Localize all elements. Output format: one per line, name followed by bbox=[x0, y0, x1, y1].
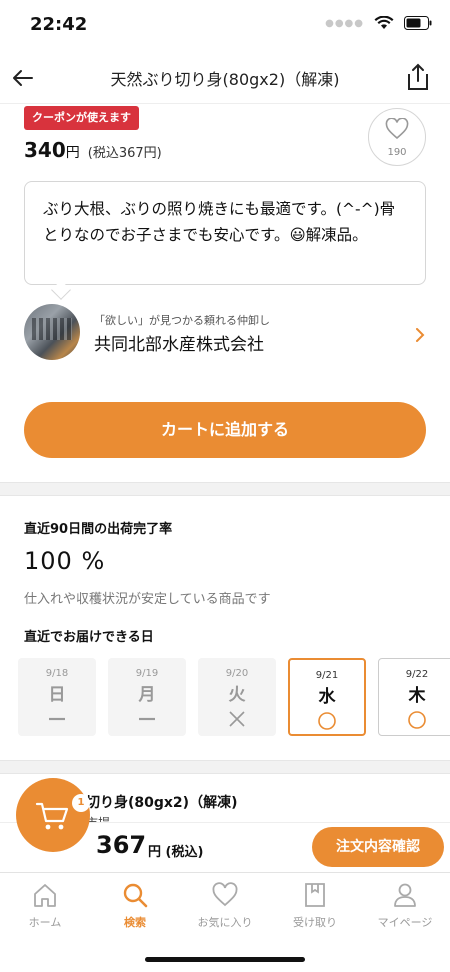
tab-label: ホーム bbox=[28, 916, 62, 929]
tab-receive[interactable]: 受け取り bbox=[270, 881, 360, 930]
circle-available-icon bbox=[408, 711, 426, 729]
delivery-date: 9/21 bbox=[315, 670, 339, 681]
favorite-button[interactable]: 190 bbox=[368, 108, 426, 166]
coupon-badge: クーポンが使えます bbox=[24, 106, 139, 130]
cart-count-badge: 1 bbox=[72, 794, 90, 812]
delivery-weekday: 火 bbox=[228, 685, 246, 705]
delivery-weekday: 水 bbox=[318, 687, 336, 707]
delivery-day-selected[interactable]: 9/21 水 bbox=[288, 658, 366, 736]
price-value: 340 bbox=[24, 138, 66, 162]
delivery-date: 9/20 bbox=[225, 668, 249, 679]
tab-label: 受け取り bbox=[293, 916, 337, 929]
seller-tagline: 「欲しい」が見つかる頼れる仲卸し bbox=[94, 314, 270, 327]
tab-search[interactable]: 検索 bbox=[90, 881, 180, 930]
status-indicators: ●●●● bbox=[325, 16, 432, 30]
cart-total-suffix: 円 (税込) bbox=[148, 845, 204, 860]
heart-icon bbox=[385, 118, 409, 140]
section-divider bbox=[0, 760, 450, 774]
delivery-day-unavailable: 9/19 月 bbox=[108, 658, 186, 736]
tab-label: お気に入り bbox=[197, 916, 253, 929]
tab-mypage[interactable]: マイページ bbox=[360, 881, 450, 930]
delivery-day-available[interactable]: 9/22 木 bbox=[378, 658, 450, 736]
circle-available-icon bbox=[318, 712, 336, 730]
delivery-weekday: 木 bbox=[408, 686, 426, 706]
seller-link[interactable]: 「欲しい」が見つかる頼れる仲卸し 共同北部水産株式会社 bbox=[24, 304, 426, 362]
receive-box-icon bbox=[305, 883, 325, 907]
dash-icon bbox=[49, 717, 65, 721]
cart-total-price: 367 bbox=[96, 831, 147, 859]
add-to-cart-button[interactable]: カートに追加する bbox=[24, 402, 426, 458]
back-arrow-icon[interactable] bbox=[6, 62, 38, 94]
wifi-icon bbox=[374, 16, 394, 29]
section-divider bbox=[0, 482, 450, 496]
cart-floating-button[interactable]: 1 bbox=[16, 778, 90, 852]
status-time: 22:42 bbox=[30, 14, 88, 35]
order-confirm-button[interactable]: 注文内容確認 bbox=[312, 827, 444, 867]
status-bar: 22:42 ●●●● bbox=[0, 0, 450, 50]
delivery-date: 9/22 bbox=[405, 669, 429, 680]
tab-label: マイページ bbox=[377, 916, 433, 929]
product-description: ぶり大根、ぶりの照り焼きにも最適です。(^-^)骨とりなのでお子さまでも安心です… bbox=[24, 181, 426, 285]
delivery-day-unavailable: 9/18 日 bbox=[18, 658, 96, 736]
delivery-dates-label: 直近でお届けできる日 bbox=[24, 630, 154, 645]
favorite-count: 190 bbox=[387, 147, 407, 158]
price-unit: 円 bbox=[65, 145, 80, 161]
delivery-day-unavailable: 9/20 火 bbox=[198, 658, 276, 736]
person-icon bbox=[394, 883, 416, 907]
price-tax-included: (税込367円) bbox=[87, 146, 162, 161]
page-title: 天然ぶり切り身(80gx2)（解凍) bbox=[110, 70, 340, 89]
seller-name: 共同北部水産株式会社 bbox=[94, 335, 264, 355]
delivery-date: 9/19 bbox=[135, 668, 159, 679]
search-icon bbox=[123, 883, 148, 908]
price-row: 340 円 (税込367円) bbox=[24, 138, 162, 162]
delivery-weekday: 月 bbox=[138, 685, 156, 705]
delivery-weekday: 日 bbox=[48, 685, 66, 705]
shipping-completion-label: 直近90日間の出荷完了率 bbox=[24, 522, 173, 537]
home-icon bbox=[34, 884, 56, 907]
battery-icon bbox=[404, 16, 432, 30]
chevron-right-icon bbox=[416, 328, 425, 342]
dash-icon bbox=[139, 717, 155, 721]
shipping-completion-rate: 100 % bbox=[24, 547, 106, 575]
seller-avatar bbox=[24, 304, 80, 360]
navigation-bar: 天然ぶり切り身(80gx2)（解凍) bbox=[0, 52, 450, 104]
tab-label: 検索 bbox=[124, 916, 146, 929]
tab-favorites[interactable]: お気に入り bbox=[180, 881, 270, 930]
delivery-date: 9/18 bbox=[45, 668, 69, 679]
home-indicator bbox=[145, 957, 305, 962]
share-icon[interactable] bbox=[404, 62, 432, 92]
heart-icon bbox=[212, 882, 238, 907]
cellular-signal-icon: ●●●● bbox=[325, 17, 364, 29]
cross-icon bbox=[229, 711, 245, 727]
shipping-completion-description: 仕入れや収穫状況が安定している商品です bbox=[24, 592, 271, 607]
cart-item-title: 切り身(80gx2)（解凍) bbox=[86, 795, 238, 811]
tab-home[interactable]: ホーム bbox=[0, 881, 90, 930]
shopping-cart-icon bbox=[35, 802, 69, 830]
